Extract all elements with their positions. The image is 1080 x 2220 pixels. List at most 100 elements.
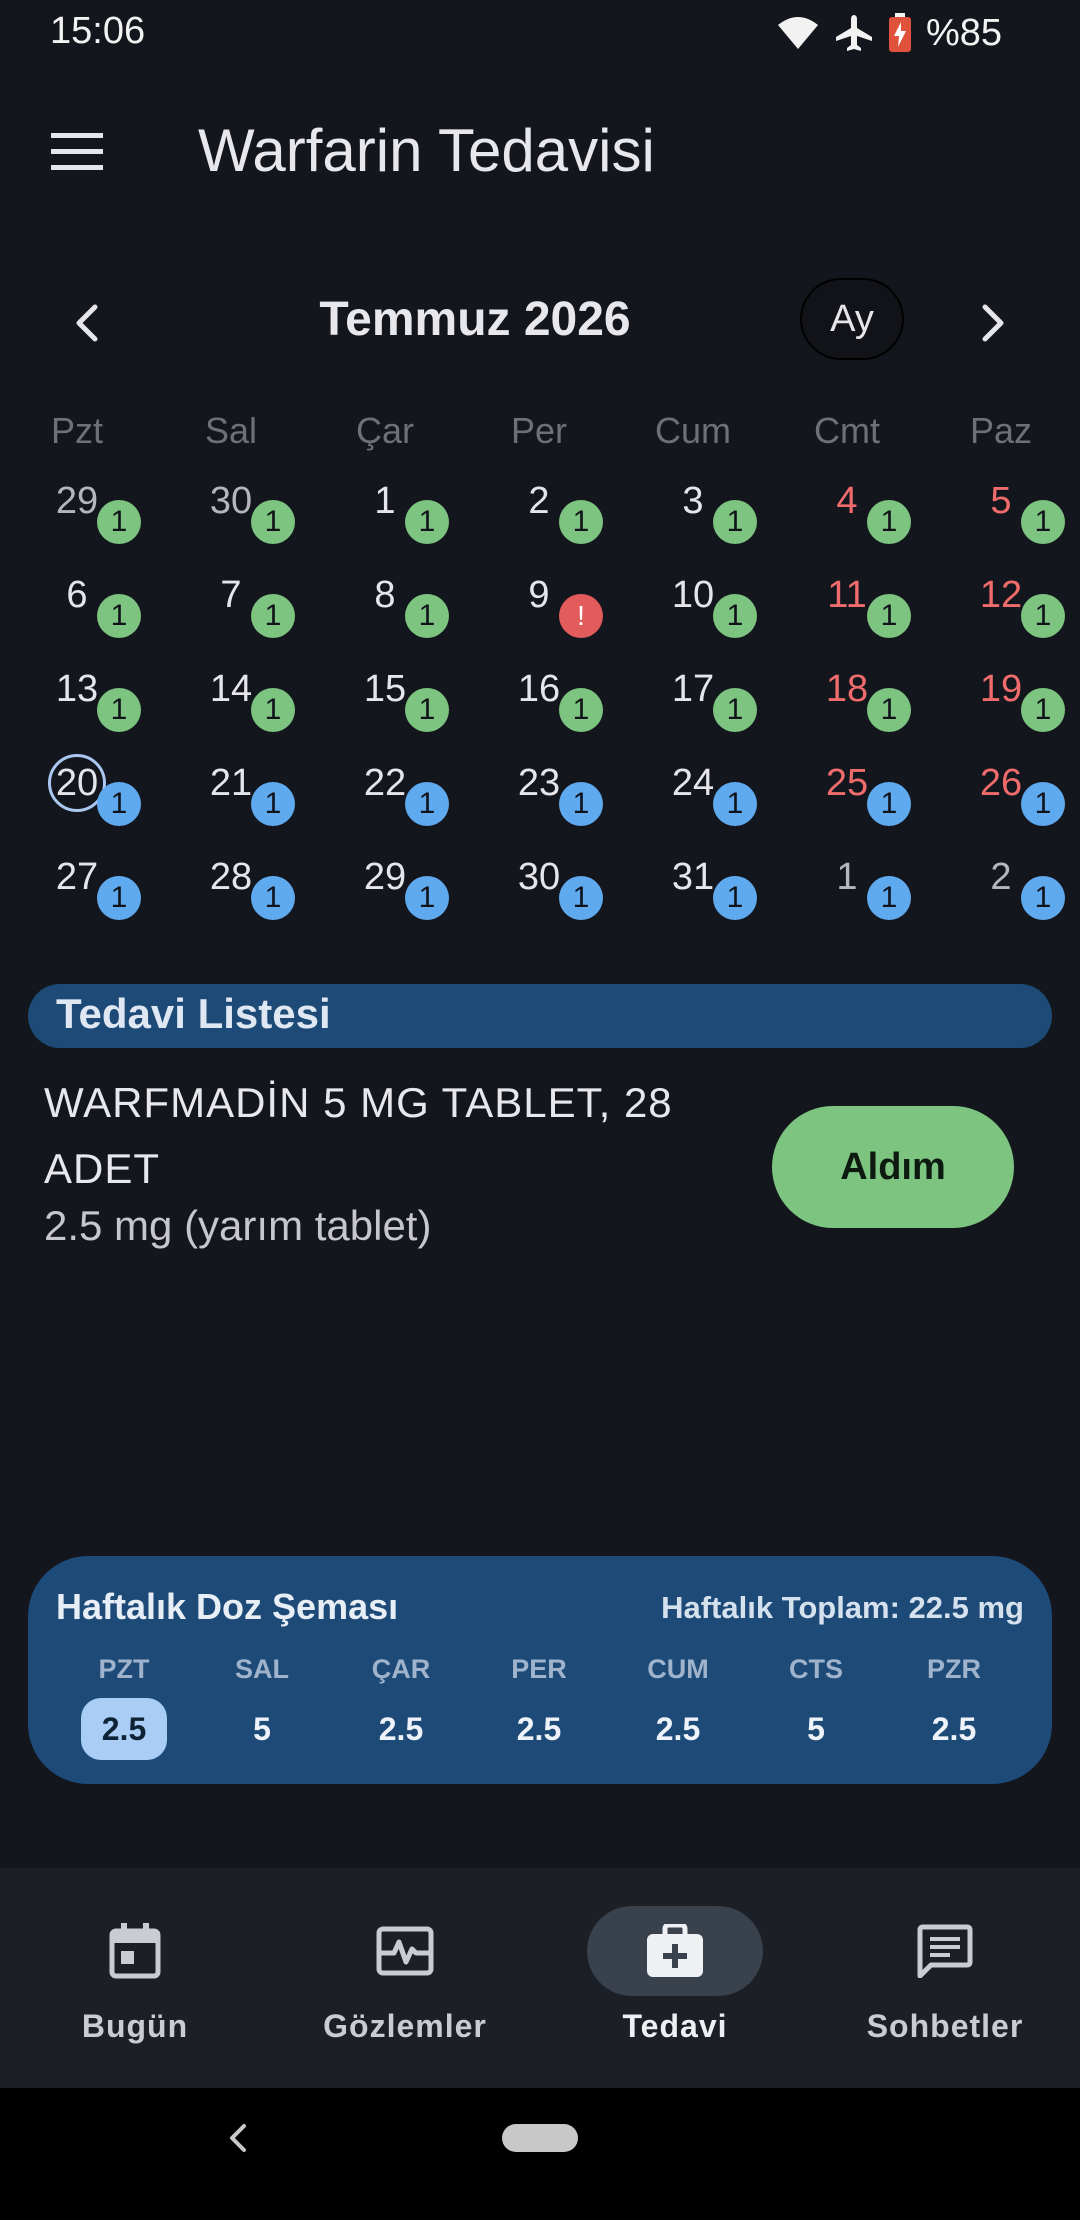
weekday-label: Sal: [204, 410, 258, 451]
calendar-day[interactable]: 21 1: [154, 760, 308, 854]
dose-count-badge: 1: [713, 500, 757, 544]
monitor-pulse-icon: [376, 1926, 434, 1976]
dose-day-value: 2.5: [655, 1711, 701, 1747]
calendar-day[interactable]: 19 1: [924, 666, 1078, 760]
system-home-handle[interactable]: [502, 2124, 578, 2152]
nav-item-chats[interactable]: Sohbetler: [810, 1868, 1080, 2088]
calendar-day[interactable]: 15 1: [308, 666, 462, 760]
calendar-day[interactable]: 16 1: [462, 666, 616, 760]
weekday-label: Paz: [969, 410, 1033, 451]
calendar-day[interactable]: 22 1: [308, 760, 462, 854]
dose-day-value: 2.5: [378, 1711, 424, 1747]
treatment-list-header: Tedavi Listesi: [28, 984, 1052, 1048]
medication-name: WARFMADİN 5 MG TABLET, 28 ADET: [44, 1079, 673, 1192]
system-back-button[interactable]: [218, 2118, 258, 2158]
calendar-day[interactable]: 31 1: [616, 854, 770, 948]
calendar-day[interactable]: 71: [154, 572, 308, 666]
app-bar: Warfarin Tedavisi: [0, 100, 1080, 204]
dose-count-badge: 1: [251, 782, 295, 826]
calendar-day[interactable]: 11: [770, 854, 924, 948]
calendar-day[interactable]: 27 1: [0, 854, 154, 948]
taken-button[interactable]: Aldım: [772, 1106, 1014, 1228]
dose-count-badge: 1: [713, 594, 757, 638]
dose-day-label: SAL: [235, 1654, 289, 1684]
calendar-day[interactable]: 21: [924, 854, 1078, 948]
calendar-day[interactable]: 21: [462, 478, 616, 572]
dose-count-badge: 1: [1021, 782, 1065, 826]
calendar-day[interactable]: 30 1: [462, 854, 616, 948]
bottom-navigation: Bugün Gözlemler Tedavi Sohbetler: [0, 1868, 1080, 2088]
dose-count-badge: 1: [559, 688, 603, 732]
calendar-day[interactable]: 10 1: [616, 572, 770, 666]
calendar-day[interactable]: 18 1: [770, 666, 924, 760]
calendar-icon: [109, 1923, 161, 1979]
nav-label: Bugün: [81, 2008, 189, 2044]
calendar-day[interactable]: 61: [0, 572, 154, 666]
nav-item-today[interactable]: Bugün: [0, 1868, 270, 2088]
dose-count-badge: 1: [867, 500, 911, 544]
dose-count-badge: 1: [405, 782, 449, 826]
page-title: Warfarin Tedavisi: [198, 117, 655, 184]
dose-count-badge: 1: [97, 500, 141, 544]
nav-item-observations[interactable]: Gözlemler: [270, 1868, 540, 2088]
status-icons: %85: [776, 10, 1002, 56]
calendar-day[interactable]: 81: [308, 572, 462, 666]
view-mode-toggle[interactable]: Ay: [800, 278, 904, 360]
dose-day-value: 2.5: [81, 1698, 167, 1760]
dose-count-badge: 1: [867, 876, 911, 920]
status-time: 15:06: [50, 10, 146, 52]
calendar-day[interactable]: 41: [770, 478, 924, 572]
calendar-day[interactable]: 12 1: [924, 572, 1078, 666]
weekday-label: Pzt: [50, 410, 103, 451]
chevron-left-icon: [76, 304, 98, 342]
nav-icon-container: [47, 1906, 223, 1996]
calendar-day[interactable]: 25 1: [770, 760, 924, 854]
dose-day-label: PZT: [98, 1654, 150, 1684]
month-title: Temmuz 2026: [319, 293, 631, 346]
dose-count-badge: 1: [559, 876, 603, 920]
weekly-dose-title: Haftalık Doz Şeması: [56, 1586, 399, 1627]
calendar-day[interactable]: 9!: [462, 572, 616, 666]
calendar-day[interactable]: 28 1: [154, 854, 308, 948]
calendar-day[interactable]: 31: [616, 478, 770, 572]
dose-count-badge: 1: [1021, 500, 1065, 544]
dose-count-badge: 1: [251, 500, 295, 544]
missed-dose-badge: !: [559, 594, 603, 638]
dose-day-value: 5: [253, 1711, 271, 1747]
calendar-day[interactable]: 29 1: [0, 478, 154, 572]
dose-count-badge: 1: [405, 876, 449, 920]
previous-month-button[interactable]: [58, 294, 116, 352]
dose-count-badge: 1: [559, 782, 603, 826]
dose-count-badge: 1: [867, 782, 911, 826]
dose-count-badge: 1: [97, 782, 141, 826]
back-icon: [230, 2124, 246, 2152]
dose-day-label: PER: [511, 1654, 567, 1684]
calendar-day[interactable]: 13 1: [0, 666, 154, 760]
calendar-day[interactable]: 17 1: [616, 666, 770, 760]
calendar-day[interactable]: 51: [924, 478, 1078, 572]
menu-button[interactable]: [40, 122, 114, 182]
dose-count-badge: 1: [251, 876, 295, 920]
calendar-day[interactable]: 23 1: [462, 760, 616, 854]
weekday-label: Per: [510, 410, 568, 451]
dose-day-value: 2.5: [516, 1711, 562, 1747]
dose-day-label: CTS: [789, 1654, 843, 1684]
nav-item-treatment[interactable]: Tedavi: [540, 1868, 810, 2088]
dose-day-value: 5: [807, 1711, 825, 1747]
calendar-day[interactable]: 14 1: [154, 666, 308, 760]
wifi-icon: [777, 17, 818, 49]
dose-day-label: CUM: [647, 1654, 709, 1684]
dose-count-badge: 1: [97, 876, 141, 920]
calendar-day[interactable]: 30 1: [154, 478, 308, 572]
status-bar: 15:06 %85: [0, 0, 1080, 66]
calendar-day[interactable]: 20 1: [0, 754, 154, 854]
battery-charging-icon: [888, 13, 911, 52]
calendar-day[interactable]: 26 1: [924, 760, 1078, 854]
next-month-button[interactable]: [964, 294, 1022, 352]
calendar-day[interactable]: 24 1: [616, 760, 770, 854]
dose-count-badge: 1: [251, 594, 295, 638]
medication-dose: 2.5 mg (yarım tablet): [44, 1202, 432, 1249]
calendar-day[interactable]: 29 1: [308, 854, 462, 948]
calendar-day[interactable]: 11 1: [770, 572, 924, 666]
calendar-day[interactable]: 11: [308, 478, 462, 572]
